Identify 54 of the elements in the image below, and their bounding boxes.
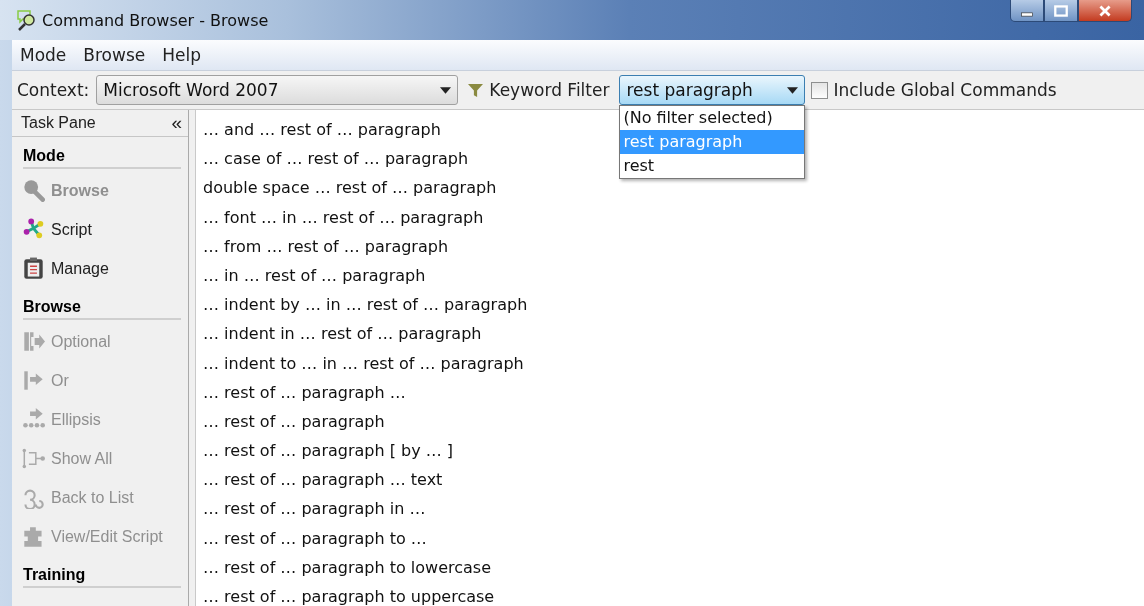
keyword-filter-dropdown[interactable]: rest paragraph bbox=[619, 75, 806, 105]
section-heading: Training bbox=[23, 566, 181, 588]
command-item[interactable]: … rest of … paragraph to lowercase bbox=[203, 552, 492, 582]
context-dropdown[interactable]: Microsoft Word 2007 bbox=[96, 75, 459, 105]
magnifier-icon bbox=[22, 179, 45, 202]
checkbox[interactable] bbox=[811, 81, 829, 99]
task-item[interactable]: Script bbox=[12, 210, 188, 249]
menu-item[interactable]: Browse bbox=[83, 45, 146, 65]
caret-icon bbox=[440, 86, 452, 94]
command-item[interactable]: … rest of … paragraph … text bbox=[203, 465, 443, 495]
command-item[interactable]: … indent by … in … rest of … paragraph bbox=[203, 290, 528, 320]
close-icon bbox=[1097, 4, 1113, 17]
close-button[interactable] bbox=[1078, 0, 1132, 22]
command-item[interactable]: … rest of … paragraph [ by … ] bbox=[203, 436, 454, 466]
command-item[interactable]: … font … in … rest of … paragraph bbox=[203, 202, 484, 232]
checkbox-label: Include Global Commands bbox=[833, 80, 1057, 100]
minimize-icon bbox=[1021, 11, 1033, 17]
dropdown-option[interactable]: rest bbox=[620, 154, 805, 178]
bracket-arrow-icon bbox=[22, 330, 45, 353]
command-item[interactable]: … rest of … paragraph in … bbox=[203, 494, 426, 524]
dots-arrow-icon bbox=[22, 408, 45, 431]
pane-title: Task Pane bbox=[21, 114, 96, 132]
command-item[interactable]: … rest of … paragraph to uppercase bbox=[203, 582, 495, 606]
command-item[interactable]: … in … rest of … paragraph bbox=[203, 260, 426, 291]
command-item[interactable]: … and … rest of … paragraph bbox=[203, 115, 441, 145]
dropdown-option[interactable]: (No filter selected) bbox=[620, 106, 805, 130]
tree-diagram-icon bbox=[22, 447, 45, 470]
command-item[interactable]: double space … rest of … paragraph bbox=[203, 173, 497, 203]
section-heading: Mode bbox=[23, 147, 181, 169]
command-item[interactable]: … rest of … paragraph to … bbox=[203, 523, 427, 553]
minimize-button[interactable] bbox=[1010, 0, 1044, 22]
funnel-icon bbox=[468, 82, 484, 98]
maximize-button[interactable] bbox=[1044, 0, 1078, 22]
collapse-button[interactable]: « bbox=[171, 112, 182, 134]
bar-arrow-icon bbox=[22, 369, 45, 392]
section-heading: Browse bbox=[23, 298, 181, 320]
command-item[interactable]: … rest of … paragraph bbox=[203, 406, 385, 437]
command-item[interactable]: … indent in … rest of … paragraph bbox=[203, 319, 482, 349]
task-item[interactable]: Manage bbox=[12, 249, 188, 288]
menu-item[interactable]: Mode bbox=[20, 45, 67, 65]
command-item[interactable]: … rest of … paragraph … bbox=[203, 377, 406, 407]
window-title: Command Browser - Browse bbox=[42, 10, 269, 30]
menu-item[interactable]: Help bbox=[162, 45, 201, 65]
context-label: Context: bbox=[17, 80, 90, 100]
speech-magnifier-icon bbox=[16, 9, 38, 31]
molecule-icon bbox=[22, 218, 45, 241]
clipboard-icon bbox=[22, 257, 45, 280]
command-item[interactable]: … from … rest of … paragraph bbox=[203, 231, 449, 261]
caret-icon bbox=[787, 86, 799, 94]
keyword-filter-label: Keyword Filter bbox=[489, 80, 610, 100]
command-item[interactable]: … case of … rest of … paragraph bbox=[203, 144, 469, 174]
maximize-icon bbox=[1053, 4, 1069, 17]
command-item[interactable]: … indent to … in … rest of … paragraph bbox=[203, 348, 524, 378]
puzzle-icon bbox=[22, 525, 45, 548]
